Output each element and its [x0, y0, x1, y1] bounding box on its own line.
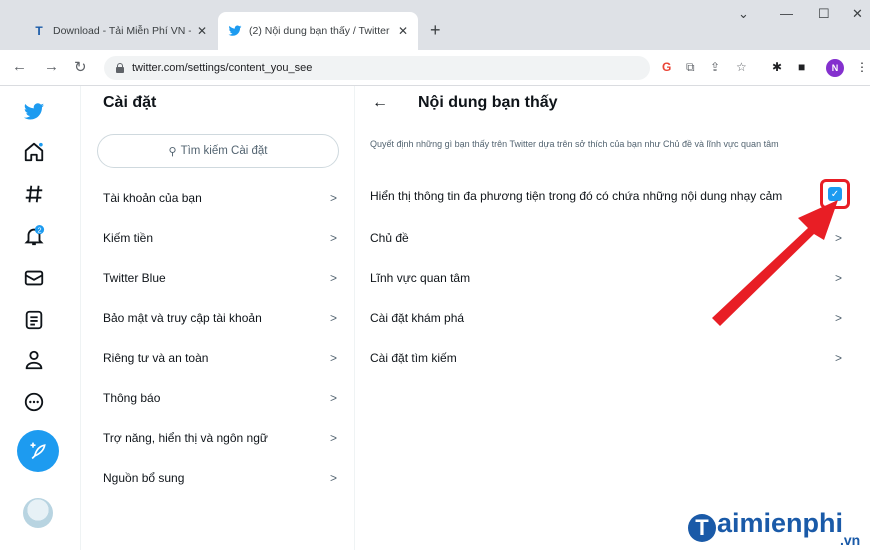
settings-item-monetization[interactable]: Kiếm tiền > — [81, 218, 355, 258]
twitter-favicon-icon — [228, 24, 242, 38]
chevron-right-icon: > — [329, 391, 337, 405]
settings-item-your-account[interactable]: Tài khoản của bạn > — [81, 178, 355, 218]
feather-plus-icon — [30, 442, 46, 460]
settings-panel: Cài đặt ⚲ Tìm kiếm Cài đặt Tài khoản của… — [80, 86, 355, 550]
settings-item-label: Tài khoản của bạn — [103, 191, 202, 205]
tab-download[interactable]: T Download - Tải Miễn Phí VN - Ph ✕ — [22, 12, 217, 50]
settings-search-input[interactable]: ⚲ Tìm kiếm Cài đặt — [97, 134, 339, 168]
maximize-icon[interactable]: ☐ — [818, 6, 830, 22]
annotation-arrow-icon — [712, 200, 838, 326]
settings-item-label: Bảo mật và truy cập tài khoản — [103, 311, 262, 325]
chevron-right-icon: > — [834, 351, 842, 365]
forward-arrow-icon[interactable]: → — [44, 58, 59, 75]
settings-item-label: Nguồn bổ sung — [103, 471, 185, 485]
profile-avatar[interactable]: N — [826, 59, 844, 77]
chevron-right-icon: > — [329, 351, 337, 365]
chevron-right-icon: > — [329, 231, 337, 245]
home-icon[interactable] — [22, 140, 46, 164]
taimienphi-favicon-icon: T — [35, 24, 43, 38]
compose-tweet-button[interactable] — [17, 430, 59, 472]
search-placeholder: Tìm kiếm Cài đặt — [180, 145, 268, 157]
twitter-logo-icon[interactable] — [22, 100, 46, 124]
minimize-icon[interactable]: — — [780, 6, 793, 21]
browser-toolbar: ← → ↻ twitter.com/settings/content_you_s… — [0, 50, 870, 86]
tab-title: Download - Tải Miễn Phí VN - Ph — [53, 25, 191, 37]
watermark-text: aimienphi — [717, 508, 844, 538]
settings-item-privacy[interactable]: Riêng tư và an toàn > — [81, 338, 355, 378]
install-app-icon[interactable]: ⧉ — [686, 60, 695, 75]
settings-item-notifications[interactable]: Thông báo > — [81, 378, 355, 418]
chevron-right-icon: > — [329, 471, 337, 485]
google-translate-icon[interactable]: G — [662, 60, 671, 74]
content-row-search-settings[interactable]: Cài đặt tìm kiếm > — [356, 338, 856, 378]
side-panel-icon[interactable]: ■ — [798, 60, 805, 74]
url-text: twitter.com/settings/content_you_see — [132, 62, 313, 74]
menu-kebab-icon[interactable]: ⋮ — [856, 60, 868, 74]
close-tab-icon[interactable]: ✕ — [398, 24, 408, 38]
messages-envelope-icon[interactable] — [22, 266, 46, 290]
settings-item-accessibility[interactable]: Trợ năng, hiển thị và ngôn ngữ > — [81, 418, 355, 458]
tab-search-chevron-icon[interactable]: ⌄ — [738, 6, 749, 22]
settings-item-label: Twitter Blue — [103, 271, 166, 285]
content-row-label: Cài đặt tìm kiếm — [370, 351, 457, 365]
close-window-icon[interactable]: ✕ — [852, 6, 863, 22]
chevron-right-icon: > — [329, 271, 337, 285]
new-tab-icon[interactable]: + — [430, 20, 441, 41]
settings-item-label: Kiếm tiền — [103, 231, 154, 245]
bookmark-star-icon[interactable]: ☆ — [736, 60, 747, 74]
chevron-right-icon: > — [329, 311, 337, 325]
page-description: Quyết định những gì bạn thấy trên Twitte… — [370, 139, 779, 149]
explore-hashtag-icon[interactable] — [22, 182, 46, 206]
settings-item-security[interactable]: Bảo mật và truy cập tài khoản > — [81, 298, 355, 338]
search-icon: ⚲ — [168, 145, 177, 158]
twitter-nav-rail: 2 — [0, 86, 80, 550]
address-bar[interactable]: twitter.com/settings/content_you_see — [104, 56, 650, 80]
settings-item-label: Riêng tư và an toàn — [103, 351, 209, 365]
chevron-right-icon: > — [329, 191, 337, 205]
settings-title: Cài đặt — [103, 94, 157, 111]
notifications-bell-icon[interactable]: 2 — [22, 224, 46, 248]
chevron-right-icon: > — [329, 431, 337, 445]
close-tab-icon[interactable]: ✕ — [197, 24, 207, 38]
reload-icon[interactable]: ↻ — [74, 58, 87, 76]
content-row-label: Lĩnh vực quan tâm — [370, 271, 471, 285]
extensions-icon[interactable]: ✱ — [772, 60, 782, 74]
taimienphi-watermark-logo: Taimienphi .vn — [688, 508, 860, 548]
page-title: Nội dung bạn thấy — [418, 94, 558, 111]
watermark-logo-letter: T — [688, 514, 716, 542]
back-arrow-icon[interactable]: ← — [12, 58, 27, 75]
settings-item-label: Trợ năng, hiển thị và ngôn ngữ — [103, 431, 268, 445]
notification-badge: 2 — [37, 225, 41, 234]
lock-icon — [116, 62, 124, 73]
back-arrow-icon[interactable]: ← — [372, 94, 388, 112]
content-row-label: Chủ đề — [370, 231, 409, 245]
more-options-icon[interactable] — [22, 390, 46, 414]
browser-tab-bar: T Download - Tải Miễn Phí VN - Ph ✕ (2) … — [0, 0, 870, 50]
tab-twitter[interactable]: (2) Nội dung bạn thấy / Twitter ✕ — [218, 12, 418, 50]
account-avatar[interactable] — [23, 498, 53, 528]
settings-item-twitter-blue[interactable]: Twitter Blue > — [81, 258, 355, 298]
settings-item-additional-resources[interactable]: Nguồn bổ sung > — [81, 458, 355, 498]
content-row-label: Cài đặt khám phá — [370, 311, 465, 325]
lists-icon[interactable] — [22, 308, 46, 332]
settings-item-label: Thông báo — [103, 391, 161, 405]
share-icon[interactable]: ⇪ — [710, 60, 720, 74]
profile-person-icon[interactable] — [22, 348, 46, 372]
watermark-suffix: .vn — [840, 532, 861, 548]
tab-title: (2) Nội dung bạn thấy / Twitter — [249, 25, 390, 37]
